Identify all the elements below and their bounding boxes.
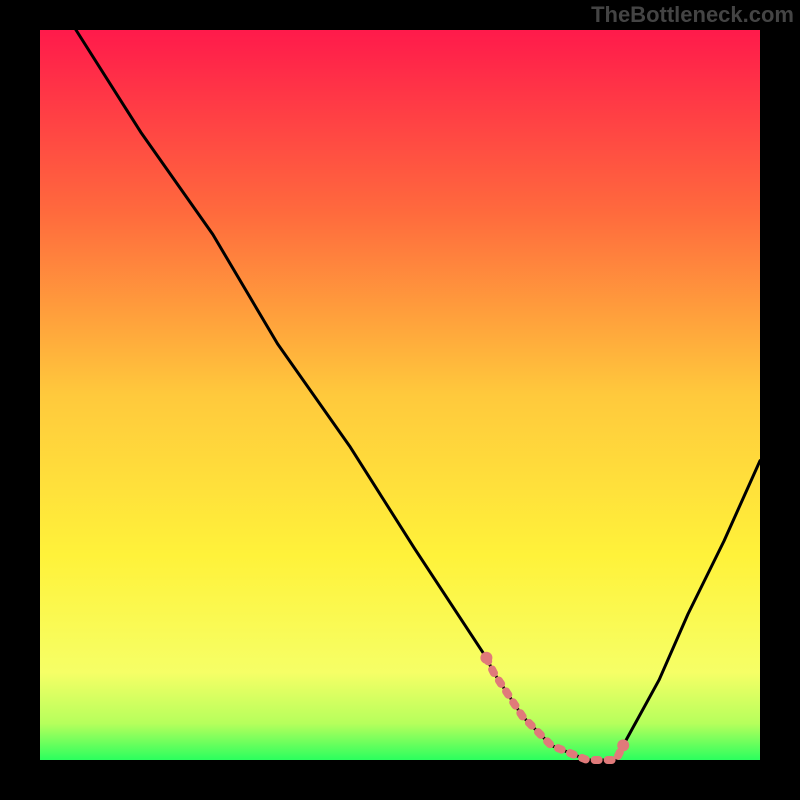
watermark-text: TheBottleneck.com [591, 2, 794, 28]
chart-container: TheBottleneck.com [0, 0, 800, 800]
plot-area [40, 30, 760, 760]
optimal-range-endpoint [617, 739, 629, 751]
bottleneck-chart [0, 0, 800, 800]
optimal-range-endpoint [480, 652, 492, 664]
